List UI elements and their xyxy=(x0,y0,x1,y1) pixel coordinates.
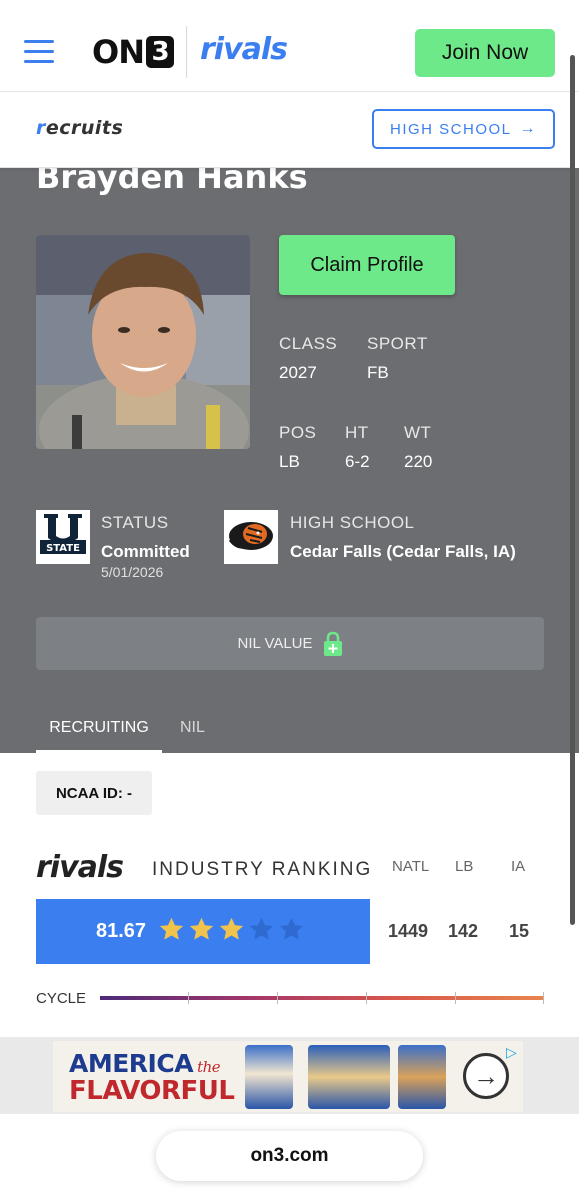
ad-headline-line1: AMERICA the xyxy=(69,1049,221,1078)
hamburger-menu-icon[interactable] xyxy=(24,40,54,64)
join-now-button[interactable]: Join Now xyxy=(415,29,555,77)
star-filled-icon xyxy=(159,917,184,940)
class-label: CLASS xyxy=(279,334,338,353)
ad-product-image xyxy=(398,1045,446,1109)
claim-profile-button[interactable]: Claim Profile xyxy=(279,235,455,295)
on3-logo-digit: 3 xyxy=(145,36,174,68)
rating-bar[interactable]: 81.67 xyxy=(36,899,370,964)
top-header: ON 3 rivals Join Now xyxy=(0,0,579,92)
ad-arrow-icon[interactable]: → xyxy=(463,1053,509,1099)
browser-footer: on3.com xyxy=(0,1114,579,1200)
cycle-tick xyxy=(277,992,278,1004)
player-photo xyxy=(36,235,250,449)
class-value: 2027 xyxy=(279,363,317,382)
status-date: 5/01/2026 xyxy=(101,564,164,580)
ranking-rivals-logo: rivals xyxy=(36,850,124,885)
cycle-tick xyxy=(455,992,456,1004)
col-header-state: IA xyxy=(511,858,526,875)
nil-value-label: NIL VALUE xyxy=(237,635,313,652)
star-empty-icon xyxy=(279,917,304,940)
star-filled-icon xyxy=(189,917,214,940)
col-header-natl: NATL xyxy=(392,858,430,875)
star-empty-icon xyxy=(249,917,274,940)
star-filled-icon xyxy=(219,917,244,940)
high-school-label: HIGH SCHOOL xyxy=(290,513,415,532)
wt-value: 220 xyxy=(404,452,433,471)
high-school-button[interactable]: HIGH SCHOOL → xyxy=(372,109,555,149)
profile-panel: Brayden Hanks Claim Profile CLASS 2027 S xyxy=(0,158,579,753)
utah-state-logo-text: STATE xyxy=(46,543,80,554)
logo-divider xyxy=(186,26,187,78)
cycle-tick xyxy=(188,992,189,1004)
utah-state-logo[interactable]: STATE xyxy=(36,510,90,564)
page: ON 3 rivals Join Now recruits HIGH SCHOOL… xyxy=(0,0,579,1200)
rank-natl-value: 1449 xyxy=(388,921,429,941)
sport-label: SPORT xyxy=(367,334,428,353)
ncaa-id-badge: NCAA ID: - xyxy=(36,771,152,815)
url-bar[interactable]: on3.com xyxy=(156,1131,423,1181)
col-header-pos: LB xyxy=(455,858,474,875)
sport-value: FB xyxy=(367,363,389,382)
tab-recruiting[interactable]: RECRUITING xyxy=(36,708,162,753)
high-school-button-label: HIGH SCHOOL xyxy=(389,120,512,138)
recruits-subheader: recruits HIGH SCHOOL → xyxy=(0,92,570,168)
recruits-logo-r: r xyxy=(36,117,46,139)
pos-label: POS xyxy=(279,423,317,442)
cycle-label: CYCLE xyxy=(36,990,87,1007)
ht-value: 6-2 xyxy=(345,452,370,471)
ad-choices-icon[interactable]: ▷ xyxy=(506,1044,517,1061)
ad-headline-the: the xyxy=(197,1058,221,1076)
pos-value: LB xyxy=(279,452,300,471)
lock-icon xyxy=(323,631,343,657)
high-school-value[interactable]: Cedar Falls (Cedar Falls, IA) xyxy=(290,542,516,562)
star-rating xyxy=(158,916,308,948)
status-label: STATUS xyxy=(101,513,169,532)
rivals-logo[interactable]: rivals xyxy=(200,32,288,67)
rank-pos-value: 142 xyxy=(448,921,479,941)
recruits-logo[interactable]: recruits xyxy=(36,117,123,139)
nil-value-bar[interactable]: NIL VALUE xyxy=(36,617,544,670)
ht-label: HT xyxy=(345,423,369,442)
advertisement-banner[interactable]: AMERICA the FLAVORFUL → ▷ xyxy=(53,1041,523,1112)
tab-nil[interactable]: NIL xyxy=(180,708,205,753)
ad-headline-word: AMERICA xyxy=(69,1049,194,1078)
cycle-tick xyxy=(543,992,544,1004)
status-value: Committed xyxy=(101,542,190,561)
recruits-logo-rest: ecruits xyxy=(45,117,124,139)
cycle-timeline xyxy=(100,996,544,1000)
cycle-tick xyxy=(366,992,367,1004)
ad-product-image xyxy=(308,1045,390,1109)
scrollbar[interactable] xyxy=(570,55,575,925)
wt-label: WT xyxy=(404,423,432,442)
rating-score: 81.67 xyxy=(96,920,147,942)
ad-headline-line2: FLAVORFUL xyxy=(69,1076,235,1106)
cedar-falls-logo[interactable] xyxy=(224,510,278,564)
industry-ranking-title: INDUSTRY RANKING xyxy=(152,859,373,880)
arrow-right-icon: → xyxy=(519,120,537,137)
on3-logo[interactable]: ON 3 xyxy=(92,33,174,71)
rank-state-value: 15 xyxy=(509,921,530,941)
on3-logo-text: ON xyxy=(92,33,145,71)
ad-product-image xyxy=(245,1045,293,1109)
